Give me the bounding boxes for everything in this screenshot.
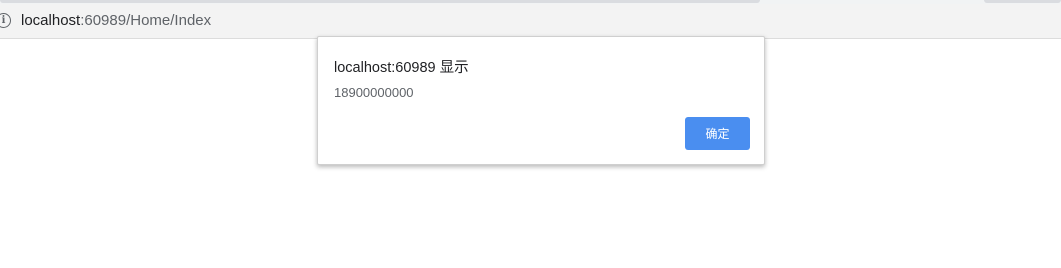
alert-dialog: localhost:60989 显示 18900000000 确定 [317,36,765,165]
ok-button[interactable]: 确定 [685,117,750,150]
address-bar[interactable]: i localhost:60989/Home/Index [0,4,1061,39]
url-text[interactable]: localhost:60989/Home/Index [21,12,211,29]
dialog-title: localhost:60989 显示 [334,60,469,76]
dialog-message: 18900000000 [334,85,414,100]
url-path: :60989/Home/Index [80,12,212,29]
browser-tab[interactable] [0,0,760,3]
info-circle-icon[interactable]: i [0,13,11,28]
url-host: localhost [21,12,81,29]
browser-tab[interactable] [984,0,1061,3]
